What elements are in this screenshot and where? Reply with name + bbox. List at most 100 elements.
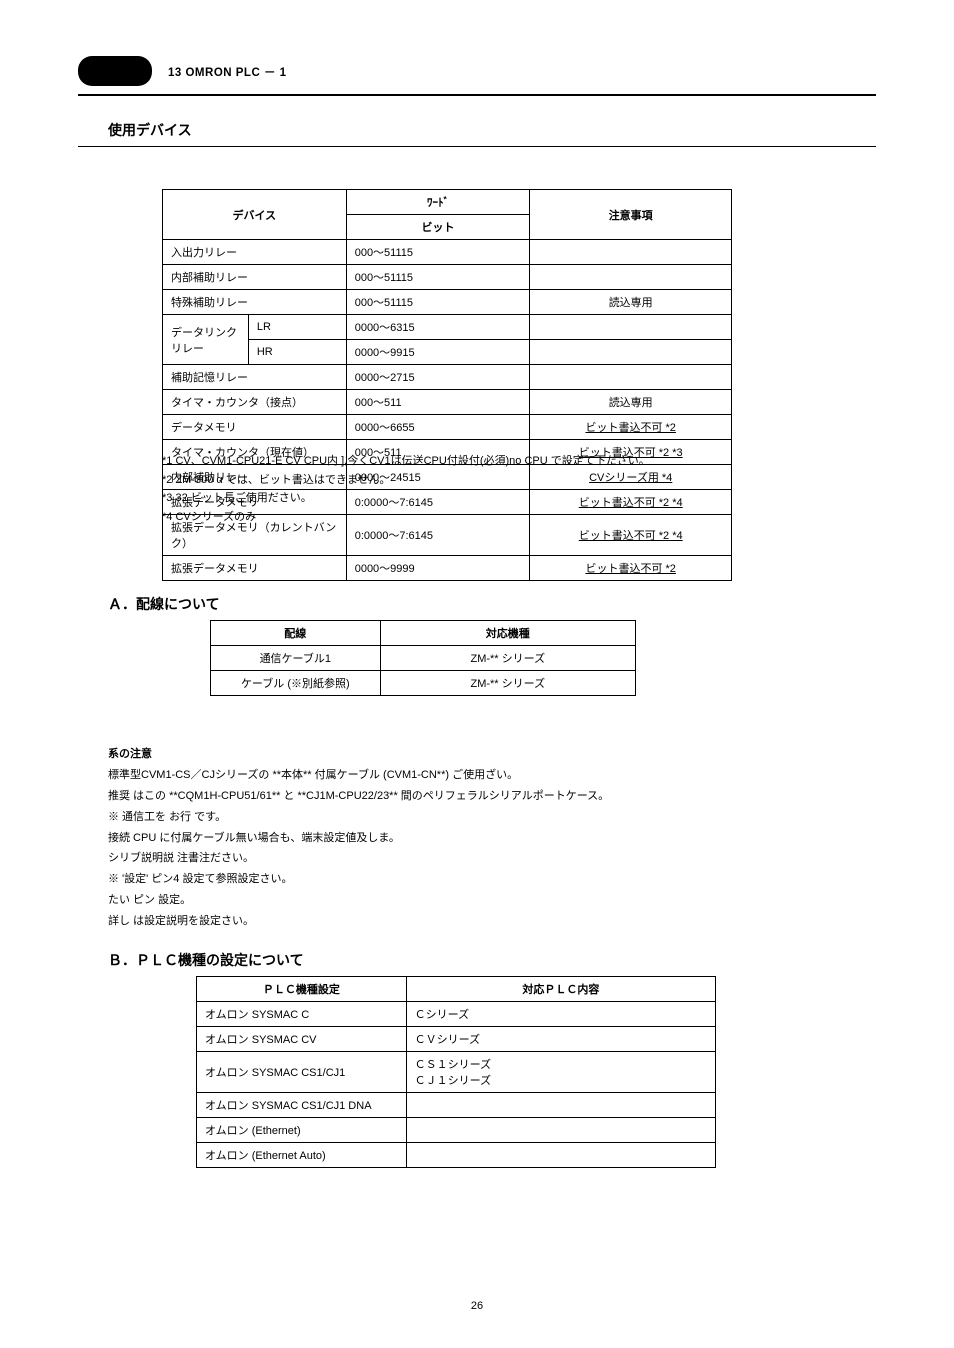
table-row: タイマ・カウンタ（接点）000～511読込専用 xyxy=(163,390,732,415)
cell: オムロン SYSMAC C xyxy=(197,1002,407,1027)
rule-top-2 xyxy=(78,146,876,147)
note-line: 標準型CVM1-CS／CJシリーズの **本体** 付属ケーブル (CVM1-C… xyxy=(108,765,846,786)
page-number: 26 xyxy=(0,1300,954,1312)
cell: オムロン SYSMAC CS1/CJ1 DNA xyxy=(197,1093,407,1118)
cell-range: 0000～6315 xyxy=(346,315,530,340)
note-line: ※ '設定' ピン4 設定て参照設定さい。 xyxy=(108,869,846,890)
table-row: オムロン (Ethernet Auto) xyxy=(197,1143,716,1168)
cell: ZM-** シリーズ xyxy=(380,646,635,671)
cell-range: 000～51115 xyxy=(346,265,530,290)
chapter-header: 13 OMRON PLC － 1 xyxy=(168,64,287,80)
hdr-bit: ビット xyxy=(346,215,530,240)
cell-note xyxy=(530,340,732,365)
table-row: デバイス ﾜｰﾄﾞ 注意事項 xyxy=(163,190,732,215)
cell: ケーブル (※別紙参照) xyxy=(211,671,381,696)
note-line: ※ 通信工を お行 です。 xyxy=(108,807,846,828)
cell-note xyxy=(530,365,732,390)
cell-range: 000～51115 xyxy=(346,240,530,265)
table-row: 入出力リレー000～51115 xyxy=(163,240,732,265)
cell-name: 特殊補助リレー xyxy=(163,290,347,315)
cell-note xyxy=(530,315,732,340)
hdr-notes: 注意事項 xyxy=(530,190,732,240)
cell: オムロン SYSMAC CS1/CJ1 xyxy=(197,1052,407,1093)
cell-note: 読込専用 xyxy=(530,290,732,315)
plc-model-table: ＰＬＣ機種設定 対応ＰＬＣ内容 オムロン SYSMAC CＣシリーズオムロン S… xyxy=(196,976,716,1168)
section-b-title-text: Ｂ．ＰＬＣ機種の設定について xyxy=(108,952,304,968)
chapter-lozenge xyxy=(78,56,152,86)
hdr-word: ﾜｰﾄﾞ xyxy=(346,190,530,215)
cell-word: LR xyxy=(248,315,346,340)
cell-range: 000～51115 xyxy=(346,290,530,315)
cell-name: タイマ・カウンタ（接点） xyxy=(163,390,347,415)
cell-range: 000～511 xyxy=(346,390,530,415)
footnote-line: *2 ZM-300 α では、ビット書込はできません。 xyxy=(162,471,802,490)
cell-range: 0000～2715 xyxy=(346,365,530,390)
section-b-title: Ｂ．ＰＬＣ機種の設定について xyxy=(108,950,304,970)
cell-note xyxy=(530,240,732,265)
hdr-device: デバイス xyxy=(163,190,347,240)
cell-range: 0000～9999 xyxy=(346,556,530,581)
note-line: シリブ説明説 注書注ださい。 xyxy=(108,848,846,869)
cell-note: 読込専用 xyxy=(530,390,732,415)
table-row: データリンクリレーLR0000～6315 xyxy=(163,315,732,340)
table-row: 内部補助リレー000～51115 xyxy=(163,265,732,290)
cell: ＣＳ１シリーズＣＪ１シリーズ xyxy=(406,1052,715,1093)
table-row: オムロン (Ethernet) xyxy=(197,1118,716,1143)
cell: 通信ケーブル1 xyxy=(211,646,381,671)
cell: オムロン (Ethernet) xyxy=(197,1118,407,1143)
table-row: HR0000～9915 xyxy=(163,340,732,365)
table-row: オムロン SYSMAC CＣシリーズ xyxy=(197,1002,716,1027)
table-row: オムロン SYSMAC CVＣＶシリーズ xyxy=(197,1027,716,1052)
cell: ＣＶシリーズ xyxy=(406,1027,715,1052)
section-title-text: 使用デバイス xyxy=(108,122,192,138)
cell-range: 0000～6655 xyxy=(346,415,530,440)
cell-name: 拡張データメモリ xyxy=(163,556,347,581)
cell-note xyxy=(530,265,732,290)
table-row: オムロン SYSMAC CS1/CJ1ＣＳ１シリーズＣＪ１シリーズ xyxy=(197,1052,716,1093)
table-row: ケーブル (※別紙参照)ZM-** シリーズ xyxy=(211,671,636,696)
table-row: ＰＬＣ機種設定 対応ＰＬＣ内容 xyxy=(197,977,716,1002)
cell: オムロン SYSMAC CV xyxy=(197,1027,407,1052)
cell-name: 内部補助リレー xyxy=(163,265,347,290)
table-row: 補助記憶リレー0000～2715 xyxy=(163,365,732,390)
note-line: たい ピン 設定。 xyxy=(108,890,846,911)
cell-note: ビット書込不可 *2 xyxy=(530,556,732,581)
cell-name: データリンクリレー xyxy=(163,315,249,365)
cell: オムロン (Ethernet Auto) xyxy=(197,1143,407,1168)
table-row: 拡張データメモリ0000～9999ビット書込不可 *2 xyxy=(163,556,732,581)
section-a-title: Ａ．配線について xyxy=(108,594,220,614)
footnotes: *1 CV、CVM1-CPU21-E CV CPU内 ],今くCV1は伝送CPU… xyxy=(162,452,802,527)
footnote-line: *3 32 ビット長ご使用ださい。 xyxy=(162,489,802,508)
note-line: 推奨 はこの **CQM1H-CPU51/61** と **CJ1M-CPU22… xyxy=(108,786,846,807)
table-row: 通信ケーブル1ZM-** シリーズ xyxy=(211,646,636,671)
cell-word: HR xyxy=(248,340,346,365)
hdr-wiring: 配線 xyxy=(211,621,381,646)
section-a-title-text: Ａ．配線について xyxy=(108,596,220,612)
cell: ZM-** シリーズ xyxy=(380,671,635,696)
cell-name: 入出力リレー xyxy=(163,240,347,265)
page: 13 OMRON PLC － 1 使用デバイス デバイス ﾜｰﾄﾞ 注意事項 ビ… xyxy=(0,0,954,1348)
section-title-devices: 使用デバイス xyxy=(108,120,192,140)
cell-name: 補助記憶リレー xyxy=(163,365,347,390)
cell xyxy=(406,1143,715,1168)
cell-name: データメモリ xyxy=(163,415,347,440)
cell-range: 0000～9915 xyxy=(346,340,530,365)
table-row: データメモリ0000～6655ビット書込不可 *2 xyxy=(163,415,732,440)
cell xyxy=(406,1118,715,1143)
hdr-plc-desc: 対応ＰＬＣ内容 xyxy=(406,977,715,1002)
rule-top-1 xyxy=(78,94,876,96)
hdr-plc-model: ＰＬＣ機種設定 xyxy=(197,977,407,1002)
table-row: オムロン SYSMAC CS1/CJ1 DNA xyxy=(197,1093,716,1118)
footnote-line: *1 CV、CVM1-CPU21-E CV CPU内 ],今くCV1は伝送CPU… xyxy=(162,452,802,471)
table-row: 特殊補助リレー000～51115読込専用 xyxy=(163,290,732,315)
footnote-line: *4 CVシリーズのみ xyxy=(162,508,802,527)
wiring-table: 配線 対応機種 通信ケーブル1ZM-** シリーズケーブル (※別紙参照)ZM-… xyxy=(210,620,636,696)
note-line: 接続 CPU に付属ケーブル無い場合も、端末設定値及しま。 xyxy=(108,828,846,849)
cell: Ｃシリーズ xyxy=(406,1002,715,1027)
section-a-notes: 系の注意 標準型CVM1-CS／CJシリーズの **本体** 付属ケーブル (C… xyxy=(108,744,846,932)
cell xyxy=(406,1093,715,1118)
table-row: 配線 対応機種 xyxy=(211,621,636,646)
cell-note: ビット書込不可 *2 xyxy=(530,415,732,440)
note-subtitle: 系の注意 xyxy=(108,744,846,765)
note-line: 詳し は設定説明を設定さい。 xyxy=(108,911,846,932)
